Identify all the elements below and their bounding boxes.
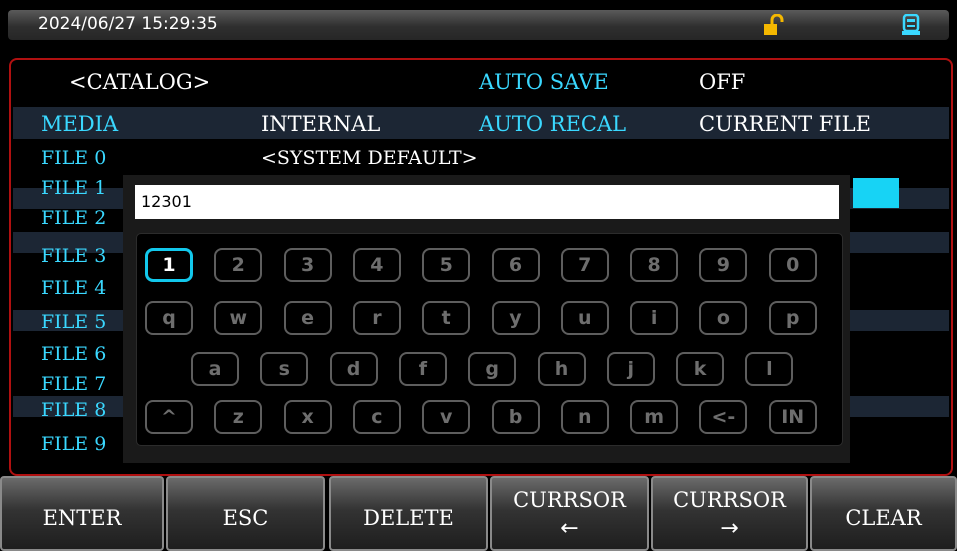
key-3[interactable]: 3 [283,248,332,282]
file-5-item[interactable]: FILE 5 [41,312,106,333]
file-3-item[interactable]: FILE 3 [41,246,106,267]
arrow-left-icon: ← [560,516,579,541]
key-x[interactable]: x [283,400,332,434]
key-a[interactable]: a [191,352,239,386]
clear-label: CLEAR [845,506,922,530]
file-9-item[interactable]: FILE 9 [41,434,106,455]
key-g[interactable]: g [468,352,517,386]
key-z[interactable]: z [214,400,263,434]
esc-label: ESC [222,506,269,530]
key-insert[interactable]: IN [768,400,817,434]
file-2-item[interactable]: FILE 2 [41,208,106,229]
key-t[interactable]: t [422,301,471,335]
cursor-left-button[interactable]: CURRSOR ← [490,476,649,551]
esc-button[interactable]: ESC [166,476,325,551]
clear-button[interactable]: CLEAR [810,476,957,551]
key-6[interactable]: 6 [491,248,540,282]
key-r[interactable]: r [352,301,401,335]
key-m[interactable]: m [630,400,679,434]
key-d[interactable]: d [329,352,378,386]
selection-indicator [853,178,899,208]
cursor-right-label: CURRSOR [673,488,786,512]
file-7-item[interactable]: FILE 7 [41,374,106,395]
cursor-left-label: CURRSOR [513,488,626,512]
auto-recal-value[interactable]: CURRENT FILE [699,112,871,136]
key-5[interactable]: 5 [422,248,471,282]
arrow-right-icon: → [720,516,739,541]
key-s[interactable]: s [260,352,309,386]
key-y[interactable]: y [491,301,540,335]
key-p[interactable]: p [768,301,817,335]
softkey-bar: ENTER ESC DELETE CURRSOR ← CURRSOR → CLE… [0,476,957,551]
key-2[interactable]: 2 [214,248,263,282]
key-e[interactable]: e [283,301,332,335]
key-1[interactable]: 1 [145,248,193,282]
key-b[interactable]: b [491,400,540,434]
filename-input[interactable]: 12301 [135,185,839,219]
file-0-item[interactable]: FILE 0 [41,148,106,169]
auto-save-label[interactable]: AUTO SAVE [479,70,609,94]
key-9[interactable]: 9 [699,248,748,282]
key-4[interactable]: 4 [352,248,401,282]
key-j[interactable]: j [606,352,655,386]
catalog-title: <CATALOG> [69,70,211,94]
auto-recal-label[interactable]: AUTO RECAL [479,112,626,136]
delete-button[interactable]: DELETE [329,476,488,551]
enter-label: ENTER [42,506,122,530]
status-bar: 2024/06/27 15:29:35 [8,10,949,40]
delete-label: DELETE [363,506,454,530]
key-shift[interactable]: ^ [145,400,193,434]
file-4-item[interactable]: FILE 4 [41,278,106,299]
key-v[interactable]: v [422,400,471,434]
key-c[interactable]: c [352,400,401,434]
key-7[interactable]: 7 [560,248,609,282]
key-k[interactable]: k [676,352,725,386]
datetime: 2024/06/27 15:29:35 [38,14,218,34]
key-8[interactable]: 8 [630,248,679,282]
media-value[interactable]: INTERNAL [261,112,380,136]
usb-device-icon [902,14,920,35]
enter-button[interactable]: ENTER [0,476,164,551]
file-0-value: <SYSTEM DEFAULT> [261,147,478,169]
key-u[interactable]: u [560,301,609,335]
file-8-item[interactable]: FILE 8 [41,400,106,421]
auto-save-value[interactable]: OFF [699,70,745,94]
media-label[interactable]: MEDIA [41,112,118,136]
unlocked-padlock-icon [764,14,784,35]
key-o[interactable]: o [699,301,748,335]
key-w[interactable]: w [214,301,263,335]
file-6-item[interactable]: FILE 6 [41,344,106,365]
key-l[interactable]: l [745,352,794,386]
file-1-item[interactable]: FILE 1 [41,178,106,199]
key-i[interactable]: i [630,301,679,335]
on-screen-keyboard: 1 2 3 4 5 6 7 8 9 0 q w e r t y u i o p a s d f g h j k l ^ z x c v b n m <- I… [136,233,843,446]
key-f[interactable]: f [398,352,447,386]
key-n[interactable]: n [560,400,609,434]
key-h[interactable]: h [537,352,586,386]
cursor-right-button[interactable]: CURRSOR → [651,476,808,551]
key-q[interactable]: q [145,301,193,335]
key-0[interactable]: 0 [768,248,817,282]
key-backspace[interactable]: <- [699,400,748,434]
filename-input-dialog: 12301 1 2 3 4 5 6 7 8 9 0 q w e r t y u i o p a s d f g h j k l ^ z x c v… [123,175,850,463]
